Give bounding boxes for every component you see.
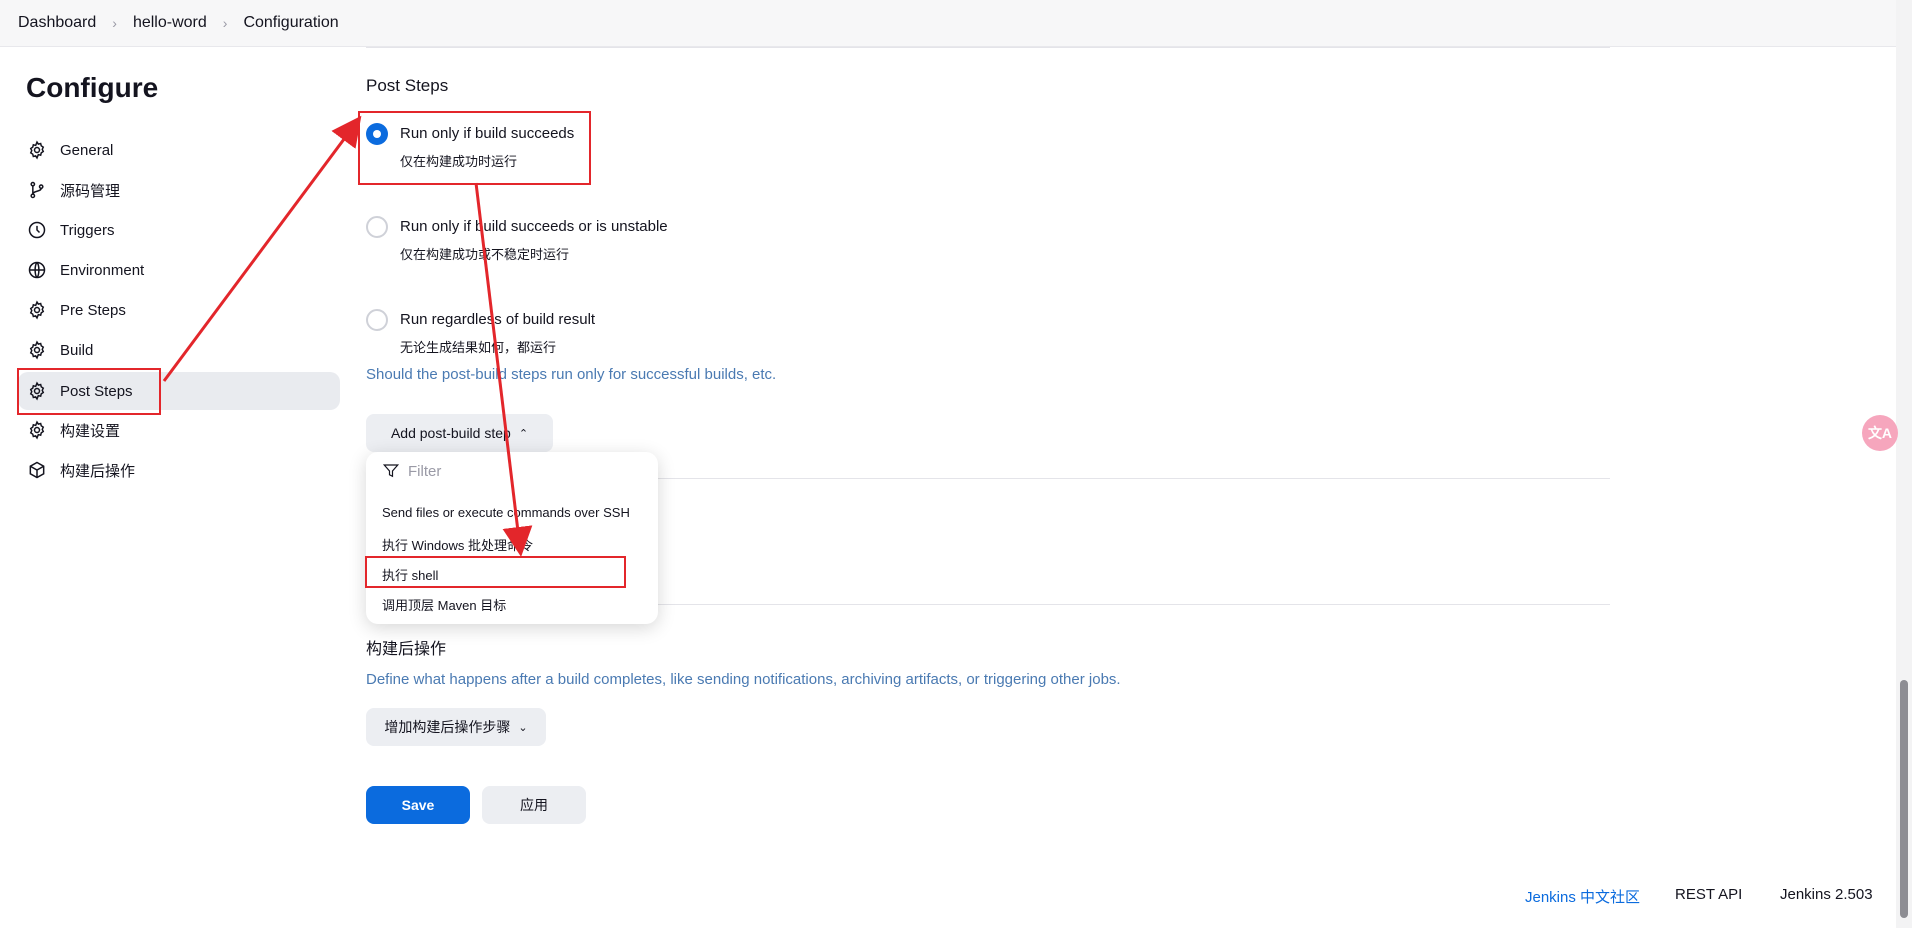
chevron-up-icon: ⌃ xyxy=(518,427,529,440)
apply-button[interactable]: 应用 xyxy=(482,786,586,824)
sidebar-item-label: Triggers xyxy=(60,221,115,239)
sidebar-item-label: Build xyxy=(60,341,94,359)
rest-api-link[interactable]: REST API xyxy=(1675,886,1742,903)
sidebar-item-label: Environment xyxy=(60,261,145,279)
menu-item-maven[interactable]: 调用顶层 Maven 目标 xyxy=(382,595,506,614)
chevron-right-icon: › xyxy=(222,15,228,31)
chevron-down-icon: ⌄ xyxy=(518,721,528,734)
translate-icon[interactable]: 文A xyxy=(1862,415,1898,451)
radio-option-unstable[interactable]: Run only if build succeeds or is unstabl… xyxy=(366,216,668,263)
chevron-right-icon: › xyxy=(112,15,117,31)
page-title: Configure xyxy=(26,72,159,103)
branch-icon xyxy=(27,180,47,200)
sidebar-item-label: 构建设置 xyxy=(60,422,121,440)
radio-option-always[interactable]: Run regardless of build result 无论生成结果如何，… xyxy=(366,309,595,356)
breadcrumb-configuration[interactable]: Configuration xyxy=(243,14,338,32)
sidebar-item-post-build[interactable]: 构建后操作 xyxy=(18,451,340,489)
clock-icon xyxy=(27,220,47,240)
translate-badge: 文A xyxy=(1867,425,1893,441)
scrollbar-thumb[interactable] xyxy=(1900,680,1908,918)
gear-icon xyxy=(27,340,47,360)
radio-button[interactable] xyxy=(366,123,388,145)
post-steps-help: Should the post-build steps run only for… xyxy=(366,366,777,383)
sidebar-item-label: Pre Steps xyxy=(60,301,126,319)
save-button[interactable]: Save xyxy=(366,786,470,824)
version-link[interactable]: Jenkins 2.503 xyxy=(1780,886,1873,903)
filter-placeholder: Filter xyxy=(408,462,442,480)
sidebar-item-environment[interactable]: Environment xyxy=(18,251,340,289)
button-label: 增加构建后操作步骤 xyxy=(384,719,511,735)
post-steps-title: Post Steps xyxy=(366,76,449,95)
sidebar-item-pre-steps[interactable]: Pre Steps xyxy=(18,291,340,329)
menu-item-ssh[interactable]: Send files or execute commands over SSH xyxy=(382,505,630,520)
filter-icon xyxy=(382,464,400,478)
cube-icon xyxy=(27,460,47,480)
radio-button[interactable] xyxy=(366,216,388,238)
sidebar-item-post-steps[interactable]: Post Steps xyxy=(18,372,340,410)
divider xyxy=(366,47,1610,48)
radio-option-success[interactable]: Run only if build succeeds 仅在构建成功时运行 xyxy=(366,123,574,170)
community-link[interactable]: Jenkins 中文社区 xyxy=(1525,886,1640,907)
radio-button[interactable] xyxy=(366,309,388,331)
sidebar-item-label: General xyxy=(60,141,114,159)
sidebar-item-build-settings[interactable]: 构建设置 xyxy=(18,411,340,449)
breadcrumb-job[interactable]: hello-word xyxy=(133,14,207,32)
jenkins-configure-page: Dashboard › hello-word › Configuration C… xyxy=(0,0,1912,928)
gear-icon xyxy=(27,140,47,160)
menu-item-windows-batch[interactable]: 执行 Windows 批处理命令 xyxy=(382,535,533,554)
radio-description: 仅在构建成功或不稳定时运行 xyxy=(400,247,570,262)
globe-icon xyxy=(27,260,47,280)
post-build-help: Define what happens after a build comple… xyxy=(366,671,1121,688)
gear-icon xyxy=(27,420,47,440)
sidebar-item-source[interactable]: 源码管理 xyxy=(18,171,340,209)
radio-description: 仅在构建成功时运行 xyxy=(400,154,518,169)
filter-input[interactable]: Filter xyxy=(382,462,441,480)
add-post-build-step-button[interactable]: Add post-build step ⌃ xyxy=(366,414,553,452)
button-label: Add post-build step xyxy=(390,425,511,441)
sidebar-item-label: Post Steps xyxy=(60,382,133,400)
sidebar-item-build[interactable]: Build xyxy=(18,331,340,369)
radio-label: Run regardless of build result xyxy=(400,311,596,328)
sidebar-item-label: 源码管理 xyxy=(60,182,121,200)
radio-label: Run only if build succeeds or is unstabl… xyxy=(400,218,668,235)
post-build-title: 构建后操作 xyxy=(366,641,447,658)
post-build-step-menu: Filter Send files or execute commands ov… xyxy=(366,452,658,624)
breadcrumb-dashboard[interactable]: Dashboard xyxy=(18,14,96,32)
sidebar-item-triggers[interactable]: Triggers xyxy=(18,211,340,249)
scrollbar[interactable] xyxy=(1896,0,1912,928)
sidebar-item-label: 构建后操作 xyxy=(60,462,136,480)
sidebar-item-general[interactable]: General xyxy=(18,131,340,169)
radio-label: Run only if build succeeds xyxy=(400,125,575,142)
gear-icon xyxy=(27,300,47,320)
radio-description: 无论生成结果如何，都运行 xyxy=(400,340,557,355)
breadcrumb: Dashboard › hello-word › Configuration xyxy=(0,0,1896,47)
add-post-build-action-button[interactable]: 增加构建后操作步骤 ⌄ xyxy=(366,708,546,746)
menu-item-shell[interactable]: 执行 shell xyxy=(382,565,438,584)
gear-icon xyxy=(27,381,47,401)
